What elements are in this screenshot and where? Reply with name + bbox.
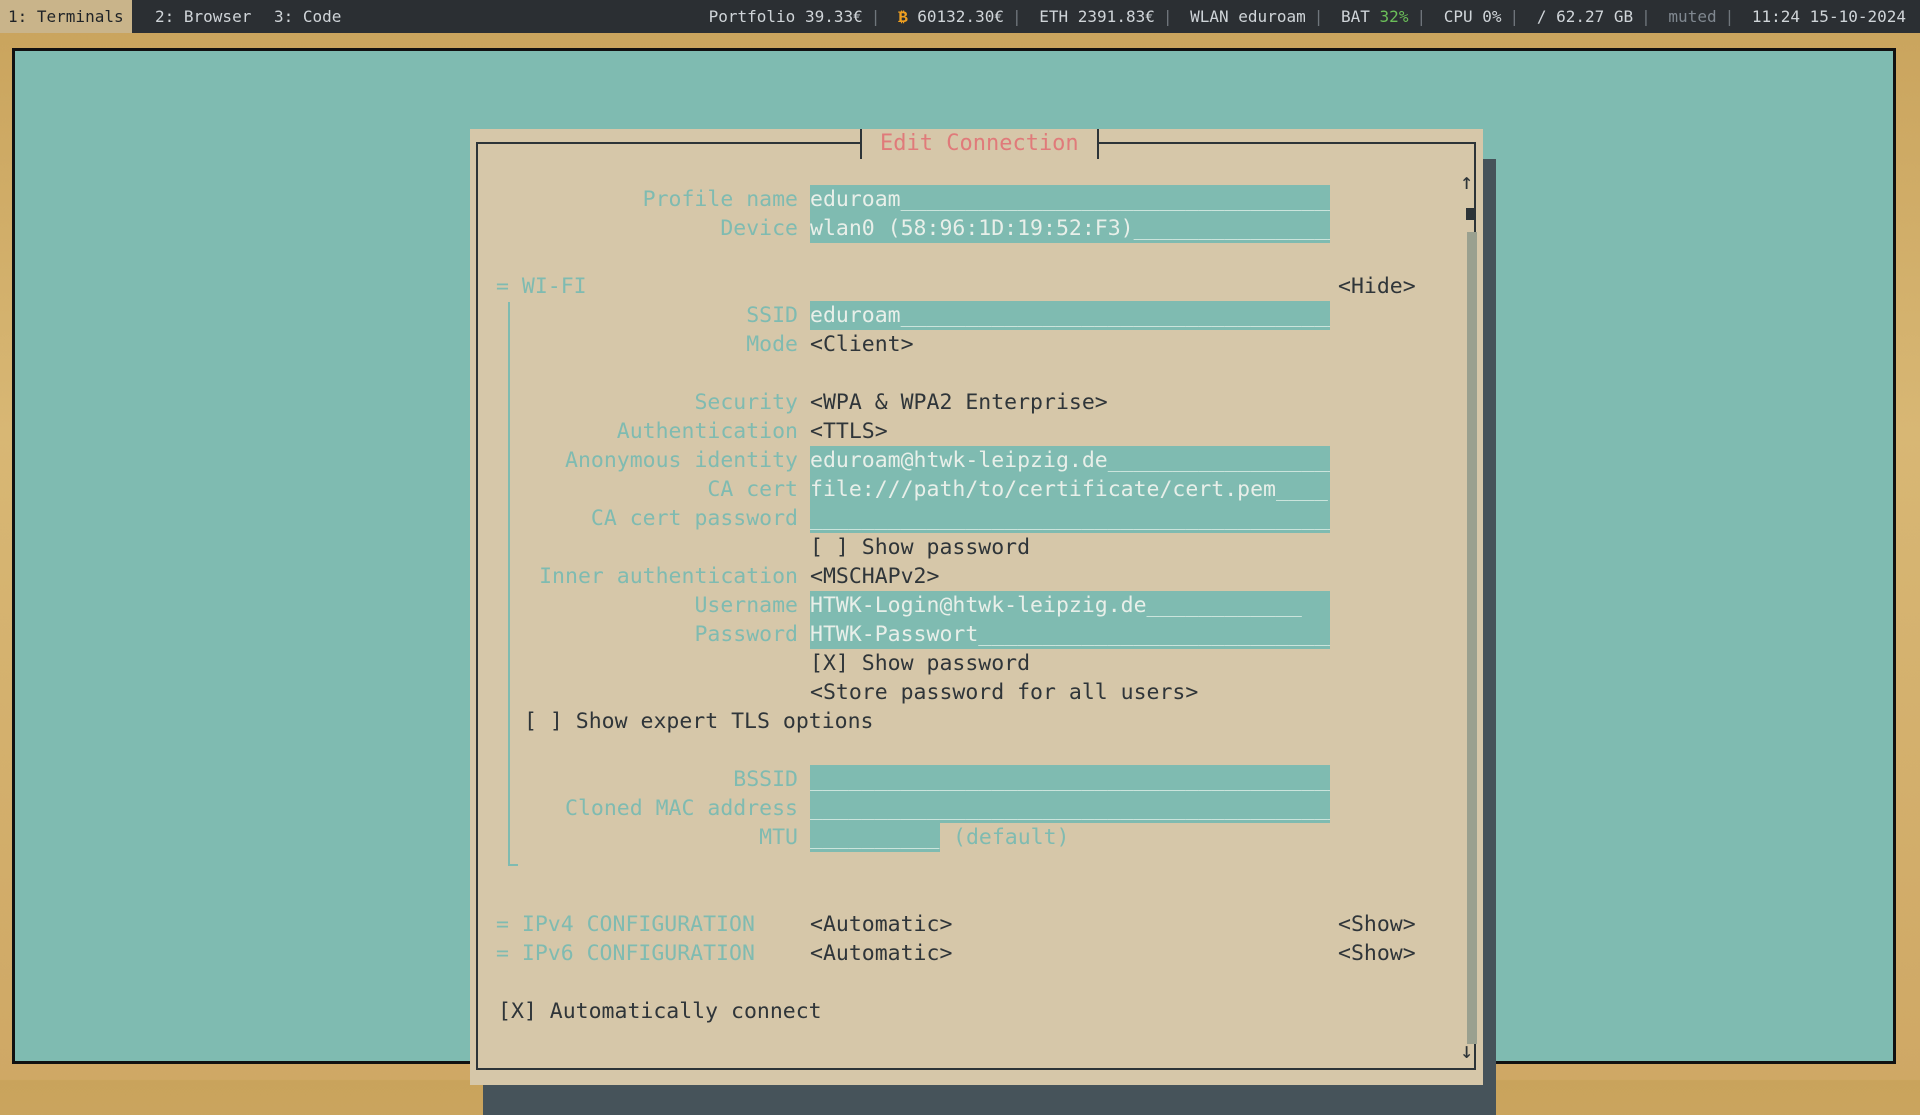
- workspace-2[interactable]: 2: Browser: [147, 0, 259, 33]
- ca-cert-password-label: CA cert password: [590, 506, 798, 531]
- authentication-select[interactable]: <TTLS>: [810, 417, 888, 446]
- anonymous-identity-input[interactable]: eduroam@htwk-leipzig.de_________________…: [810, 446, 1330, 475]
- cloned-mac-label: Cloned MAC address: [565, 796, 798, 821]
- btc-status: ₿ 60132.30€: [898, 7, 1004, 26]
- wlan-status: WLAN eduroam: [1190, 7, 1306, 26]
- password-input[interactable]: HTWK-Passwort___________________________…: [810, 620, 1330, 649]
- ipv6-method-select[interactable]: <Automatic>: [810, 939, 952, 968]
- bitcoin-icon: ₿: [898, 7, 908, 26]
- scrollbar-track[interactable]: [1467, 232, 1477, 1044]
- ipv4-method-select[interactable]: <Automatic>: [810, 910, 952, 939]
- mtu-label: MTU: [759, 825, 798, 850]
- workspace-1[interactable]: 1: Terminals: [0, 0, 132, 33]
- ca-cert-input[interactable]: file:///path/to/certificate/cert.pem____: [810, 475, 1330, 504]
- edit-connection-dialog: Edit Connection ↑ ↓ Profile name eduroam…: [470, 129, 1483, 1085]
- workspace-3[interactable]: 3: Code: [266, 0, 349, 33]
- show-expert-tls-checkbox[interactable]: [ ] Show expert TLS options: [524, 707, 874, 736]
- ipv4-section-header: = IPv4 CONFIGURATION: [496, 912, 755, 937]
- mode-select[interactable]: <Client>: [810, 330, 914, 359]
- auto-connect-checkbox[interactable]: [X] Automatically connect: [498, 997, 822, 1026]
- battery-status: BAT 32%: [1341, 7, 1409, 26]
- dialog-title: Edit Connection: [860, 129, 1099, 159]
- disk-status: / 62.27 GB: [1536, 7, 1634, 26]
- security-label: Security: [694, 390, 798, 415]
- ipv6-show-button[interactable]: <Show>: [1338, 939, 1416, 968]
- store-password-button[interactable]: <Store password for all users>: [810, 678, 1198, 707]
- ssid-label: SSID: [746, 303, 798, 328]
- device-label: Device: [720, 216, 798, 241]
- profile-name-input[interactable]: eduroam_________________________________…: [810, 185, 1330, 214]
- status-blocks: Portfolio 39.33€ | ₿ 60132.30€ | ETH 2391.…: [703, 0, 1912, 33]
- bssid-label: BSSID: [733, 767, 798, 792]
- authentication-label: Authentication: [616, 419, 798, 444]
- dialog-frame: Edit Connection ↑ ↓ Profile name eduroam…: [476, 129, 1477, 1070]
- inner-authentication-select[interactable]: <MSCHAPv2>: [810, 562, 939, 591]
- scrollbar-thumb[interactable]: [1466, 208, 1475, 220]
- ipv4-show-button[interactable]: <Show>: [1338, 910, 1416, 939]
- profile-name-label: Profile name: [642, 187, 798, 212]
- ssid-input[interactable]: eduroam_________________________________…: [810, 301, 1330, 330]
- wifi-section-header: = WI-FI: [496, 274, 587, 299]
- scroll-up-arrow-icon[interactable]: ↑: [1460, 170, 1473, 195]
- cpu-status: CPU 0%: [1443, 7, 1502, 26]
- security-select[interactable]: <WPA & WPA2 Enterprise>: [810, 388, 1108, 417]
- mode-label: Mode: [746, 332, 798, 357]
- ca-cert-label: CA cert: [707, 477, 798, 502]
- anonymous-identity-label: Anonymous identity: [565, 448, 798, 473]
- bssid-input[interactable]: ________________________________________…: [810, 765, 1330, 794]
- inner-authentication-label: Inner authentication: [539, 564, 798, 589]
- username-input[interactable]: HTWK-Login@htwk-leipzig.de____________: [810, 591, 1330, 620]
- terminal-window: Edit Connection ↑ ↓ Profile name eduroam…: [12, 48, 1896, 1115]
- ca-cert-password-input[interactable]: ________________________________________…: [810, 504, 1330, 533]
- volume-status: muted: [1668, 7, 1717, 26]
- mtu-input[interactable]: __________: [810, 823, 940, 852]
- device-input[interactable]: wlan0 (58:96:1D:19:52:F3)_______________…: [810, 214, 1330, 243]
- username-label: Username: [694, 593, 798, 618]
- show-ca-password-checkbox[interactable]: [ ] Show password: [810, 533, 1030, 562]
- ipv6-section-header: = IPv6 CONFIGURATION: [496, 941, 755, 966]
- top-status-bar: 1: Terminals 2: Browser 3: Code Portfoli…: [0, 0, 1920, 33]
- wifi-hide-button[interactable]: <Hide>: [1338, 272, 1416, 301]
- password-label: Password: [694, 622, 798, 647]
- eth-status: ETH 2391.83€: [1039, 7, 1155, 26]
- show-password-checkbox[interactable]: [X] Show password: [810, 649, 1030, 678]
- mtu-default-hint: (default): [953, 825, 1070, 850]
- clock: 11:24 15-10-2024: [1751, 7, 1906, 26]
- portfolio-status: Portfolio 39.33€: [708, 7, 863, 26]
- cloned-mac-input[interactable]: ________________________________________…: [810, 794, 1330, 823]
- scroll-down-arrow-icon[interactable]: ↓: [1460, 1039, 1473, 1064]
